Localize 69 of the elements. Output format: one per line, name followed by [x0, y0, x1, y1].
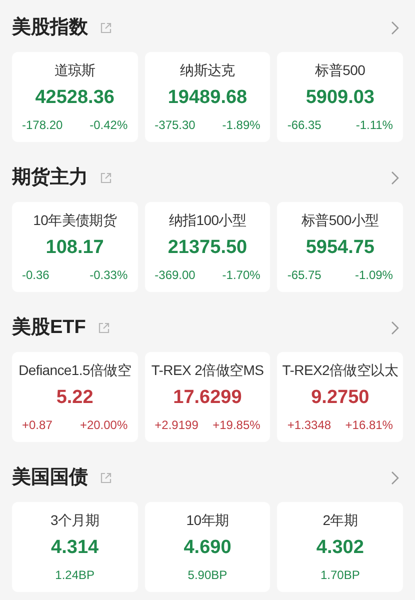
quote-price: 5954.75: [306, 236, 374, 260]
quote-change: -0.42%: [90, 116, 128, 134]
quote-name: 纳斯达克: [180, 61, 235, 80]
quote-card[interactable]: Defiance1.5倍做空 5.22 +0.87 +20.00%: [12, 352, 138, 442]
quote-card[interactable]: 标普500 5909.03 -66.35 -1.11%: [277, 52, 403, 142]
quote-change: +1.3348: [287, 416, 332, 434]
section-title: 美股ETF: [12, 315, 86, 340]
share-icon[interactable]: [100, 472, 112, 484]
share-icon[interactable]: [100, 22, 112, 34]
quote-name: Defiance1.5倍做空: [18, 361, 132, 380]
chevron-right-icon[interactable]: [391, 471, 399, 485]
quote-name: 标普500: [315, 61, 366, 80]
share-icon[interactable]: [100, 172, 112, 184]
quote-change: -1.70%: [222, 266, 260, 284]
chevron-right-icon[interactable]: [391, 321, 399, 335]
quote-change: -369.00: [154, 266, 196, 284]
quote-price: 4.302: [316, 536, 364, 560]
chevron-right-icon[interactable]: [391, 171, 399, 185]
section-title: 美股指数: [12, 15, 88, 40]
quote-change: -66.35: [287, 116, 322, 134]
quote-price: 21375.50: [168, 236, 248, 260]
share-icon[interactable]: [98, 322, 110, 334]
quote-card[interactable]: T-REX 2倍做空MS 17.6299 +2.9199 +19.85%: [144, 352, 270, 442]
quote-change: -0.33%: [90, 266, 128, 284]
quote-price: 42528.36: [35, 86, 114, 110]
quote-card[interactable]: 2年期 4.302 1.70BP: [277, 502, 403, 592]
quote-change: +0.87: [22, 416, 52, 434]
quote-name: 标普500小型: [302, 211, 379, 230]
quote-card[interactable]: 道琼斯 42528.36 -178.20 -0.42%: [12, 52, 138, 142]
quote-change: -375.30: [154, 116, 196, 134]
quote-change: 1.24BP: [55, 566, 95, 584]
quote-change: -178.20: [22, 116, 63, 134]
quote-change: +20.00%: [80, 416, 128, 434]
quote-card[interactable]: T-REX2倍做空以太 9.2750 +1.3348 +16.81%: [277, 352, 403, 442]
quote-change: 1.70BP: [320, 566, 360, 584]
quote-change: -0.36: [22, 266, 50, 284]
quote-price: 5909.03: [306, 86, 374, 110]
quote-card[interactable]: 10年期 4.690 5.90BP: [144, 502, 270, 592]
quote-change: +19.85%: [212, 416, 260, 434]
quote-price: 17.6299: [173, 386, 242, 410]
quote-name: 10年美债期货: [33, 211, 117, 230]
quote-price: 108.17: [46, 236, 104, 260]
quote-change: 5.90BP: [188, 566, 228, 584]
quote-change: +2.9199: [154, 416, 198, 434]
quote-price: 19489.68: [168, 86, 248, 110]
quote-card[interactable]: 3个月期 4.314 1.24BP: [12, 502, 138, 592]
quote-price: 5.22: [56, 386, 94, 410]
quote-change: -1.09%: [354, 266, 393, 284]
quote-card[interactable]: 10年美债期货 108.17 -0.36 -0.33%: [12, 202, 138, 292]
quote-card[interactable]: 标普500小型 5954.75 -65.75 -1.09%: [277, 202, 403, 292]
quote-card[interactable]: 纳斯达克 19489.68 -375.30 -1.89%: [144, 52, 270, 142]
quote-name: 10年期: [186, 511, 229, 530]
quote-name: 纳指100小型: [168, 211, 246, 230]
quote-price: 9.2750: [311, 386, 370, 410]
section-title: 期货主力: [12, 166, 88, 190]
quote-price: 4.314: [51, 536, 99, 560]
quote-card[interactable]: 纳指100小型 21375.50 -369.00 -1.70%: [144, 202, 270, 292]
quote-name: T-REX2倍做空以太: [282, 361, 398, 380]
quote-change: -65.75: [287, 266, 322, 284]
chevron-right-icon[interactable]: [391, 21, 399, 35]
quote-name: 3个月期: [50, 511, 100, 530]
quote-change: -1.11%: [356, 116, 393, 134]
quote-change: -1.89%: [222, 116, 260, 134]
quote-change: +16.81%: [345, 416, 393, 434]
quote-name: 道琼斯: [54, 61, 96, 80]
quote-price: 4.690: [184, 536, 232, 560]
section-title: 美国国债: [12, 465, 88, 490]
quote-name: T-REX 2倍做空MS: [151, 361, 264, 380]
quote-name: 2年期: [322, 511, 358, 530]
